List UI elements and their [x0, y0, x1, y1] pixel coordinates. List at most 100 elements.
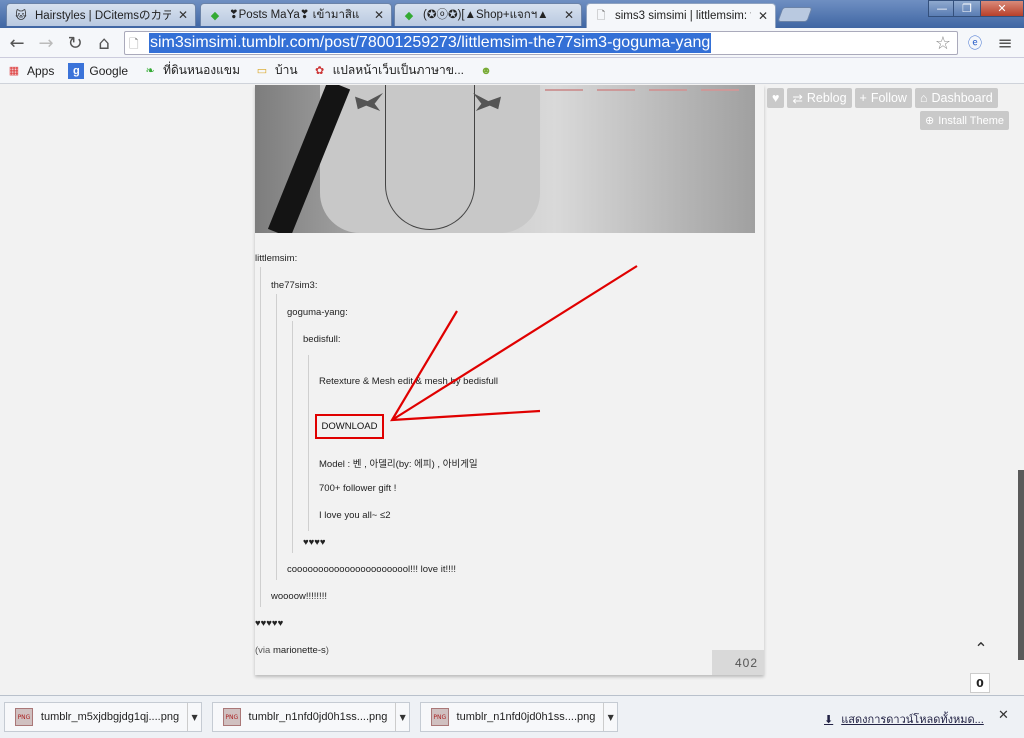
star-icon[interactable]: ☆: [935, 33, 951, 54]
bookmark-frog[interactable]: ☻: [478, 63, 494, 79]
scrollbar-thumb[interactable]: [1018, 470, 1024, 660]
tab-title: Hairstyles | DCitemsのカテゴ: [35, 10, 171, 22]
bookmark-land[interactable]: ❧ ที่ดินหนองแขม: [142, 61, 240, 80]
translate-icon: ✿: [314, 65, 325, 77]
new-tab-button[interactable]: [777, 7, 813, 22]
home-icon: ⌂: [98, 32, 110, 54]
post: littlemsim: the77sim3: goguma-yang: bedi…: [255, 85, 764, 675]
minimize-button[interactable]: —: [928, 0, 956, 17]
google-icon: g: [68, 62, 85, 79]
hamburger-menu-icon: ≡: [997, 32, 1013, 54]
quote-author-the77sim3[interactable]: the77sim3:: [271, 280, 317, 291]
address-bar[interactable]: 🗋 sim3simsimi.tumblr.com/post/7800125927…: [124, 31, 958, 55]
menu-button[interactable]: ≡: [994, 32, 1016, 54]
maximize-button[interactable]: ❐: [953, 0, 981, 17]
reblog-icon: ⇄: [792, 91, 803, 106]
diamond-icon: ◆: [404, 8, 414, 22]
dashboard-button[interactable]: ⌂ Dashboard: [914, 88, 998, 108]
heart-icon: ♥: [772, 91, 780, 105]
back-button[interactable]: ←: [6, 32, 28, 54]
bookmark-home-folder[interactable]: ▭ บ้าน: [254, 61, 298, 80]
scroll-to-top-button[interactable]: ⌃: [970, 637, 992, 659]
png-file-icon: PNG: [431, 708, 449, 726]
plus-icon: +: [859, 91, 867, 105]
apps-grid-icon: ▦: [8, 65, 20, 77]
bookmark-label: Google: [89, 63, 129, 78]
close-window-button[interactable]: ✕: [980, 0, 1024, 17]
install-theme-button[interactable]: ⊕ Install Theme: [920, 111, 1010, 130]
ie-icon: ⓔ: [968, 36, 982, 52]
download-item[interactable]: PNG tumblr_n1nfd0jd0h1ss....png ▼: [212, 702, 410, 732]
bookmark-label: Apps: [27, 63, 55, 78]
diamond-icon: ◆: [210, 8, 220, 22]
comment-cool: cooooooooooooooooooooool!!! love it!!!!: [287, 564, 457, 575]
browser-toolbar: ← → ↻ ⌂ 🗋 sim3simsimi.tumblr.com/post/78…: [0, 28, 1024, 58]
quote-author-goguma-yang[interactable]: goguma-yang:: [287, 307, 348, 318]
close-icon[interactable]: ✕: [563, 8, 575, 22]
folder-icon: ▭: [256, 65, 268, 77]
bookmark-label: แปลหน้าเว็บเป็นภาษาข...: [332, 63, 464, 77]
tab-shop[interactable]: ◆ (✪ⓞ✪)[▲Shop+แจกฯ▲ ✕: [394, 3, 582, 26]
via-link[interactable]: marionette-s: [273, 645, 326, 656]
arrow-left-icon: ←: [9, 32, 25, 54]
download-filename: tumblr_n1nfd0jd0h1ss....png: [248, 711, 388, 723]
bookmark-apps[interactable]: ▦ Apps: [6, 63, 55, 79]
bookmark-google[interactable]: g Google: [68, 62, 129, 79]
arrow-right-icon: →: [38, 32, 54, 54]
download-item[interactable]: PNG tumblr_n1nfd0jd0h1ss....png ▼: [420, 702, 618, 732]
chevron-down-icon[interactable]: ▼: [395, 703, 409, 731]
download-item[interactable]: PNG tumblr_m5xjdbgjdg1qj....png ▼: [4, 702, 202, 732]
page-counter-widget: 0: [970, 673, 990, 693]
comment-wooow: woooow!!!!!!!!: [271, 591, 327, 602]
show-all-downloads-link[interactable]: ⬇ แสดงการดาวน์โหลดทั้งหมด...: [824, 710, 984, 728]
tab-hairstyles[interactable]: 🐱 Hairstyles | DCitemsのカテゴ ✕: [6, 3, 196, 26]
notes-count[interactable]: 402: [712, 650, 764, 675]
page-icon: 🗋: [129, 37, 139, 51]
leaf-icon: ❧: [145, 65, 155, 77]
gift-text: 700+ follower gift !: [319, 483, 397, 494]
reload-icon: ↻: [67, 32, 83, 54]
download-arrow-icon: ⬇: [824, 713, 834, 726]
download-filename: tumblr_m5xjdbgjdg1qj....png: [40, 711, 180, 723]
hearts-text: ♥♥♥♥♥: [255, 618, 284, 629]
tab-posts-maya[interactable]: ◆ ❣Posts MaYa❣ เข้ามาสิแ ✕: [200, 3, 392, 26]
bookmark-translate[interactable]: ✿ แปลหน้าเว็บเป็นภาษาข...: [312, 61, 464, 80]
like-button[interactable]: ♥: [767, 88, 785, 108]
download-circle-icon: ⊕: [925, 115, 935, 127]
close-icon[interactable]: ✕: [757, 9, 769, 23]
via-credit: (via marionette-s): [255, 645, 329, 656]
bookmark-label: ที่ดินหนองแขม: [163, 63, 240, 77]
frog-icon: ☻: [480, 64, 492, 77]
page-icon: 🗋: [596, 8, 606, 22]
reload-button[interactable]: ↻: [64, 32, 86, 54]
chevron-down-icon[interactable]: ▼: [187, 703, 201, 731]
follow-button[interactable]: + Follow: [854, 88, 912, 108]
tumblr-page: littlemsim: the77sim3: goguma-yang: bedi…: [0, 85, 1024, 695]
bookmark-label: บ้าน: [275, 63, 298, 77]
retexture-credit: Retexture & Mesh edit & mesh by bedisful…: [319, 376, 499, 387]
bookmarks-bar: ▦ Apps g Google ❧ ที่ดินหนองแขม ▭ บ้าน ✿…: [0, 58, 1024, 84]
tab-title: sims3 simsimi | littlemsim: the: [615, 10, 751, 22]
tab-strip: 🐱 Hairstyles | DCitemsのカテゴ ✕ ◆ ❣Posts Ma…: [0, 0, 1024, 28]
url-text[interactable]: sim3simsimi.tumblr.com/post/78001259273/…: [149, 33, 712, 53]
quote-author-bedisfull[interactable]: bedisfull:: [303, 334, 341, 345]
tab-sims3-simsimi[interactable]: 🗋 sims3 simsimi | littlemsim: the ✕: [586, 3, 776, 28]
chevron-down-icon[interactable]: ▼: [603, 703, 617, 731]
post-photo: [255, 85, 755, 233]
close-icon[interactable]: ✕: [373, 8, 385, 22]
download-link[interactable]: DOWNLOAD: [315, 414, 384, 439]
close-icon[interactable]: ✕: [177, 8, 189, 22]
tab-title: (✪ⓞ✪)[▲Shop+แจกฯ▲: [423, 9, 549, 21]
cat-icon: 🐱: [15, 8, 27, 22]
home-button[interactable]: ⌂: [93, 32, 115, 54]
reblog-button[interactable]: ⇄ Reblog: [787, 88, 852, 108]
close-icon[interactable]: ✕: [998, 708, 1009, 723]
png-file-icon: PNG: [15, 708, 33, 726]
quote-author-littlemsim[interactable]: littlemsim:: [255, 253, 297, 264]
forward-button[interactable]: →: [35, 32, 57, 54]
love-text: I love you all~ ≤2: [319, 510, 391, 521]
model-credit: Model : 벤 , 아델리(by: 에피) , 아비게일: [319, 459, 478, 470]
download-filename: tumblr_n1nfd0jd0h1ss....png: [456, 711, 596, 723]
ie-tab-extension-button[interactable]: ⓔ: [964, 32, 986, 54]
hearts-text: ♥♥♥♥: [303, 537, 326, 548]
